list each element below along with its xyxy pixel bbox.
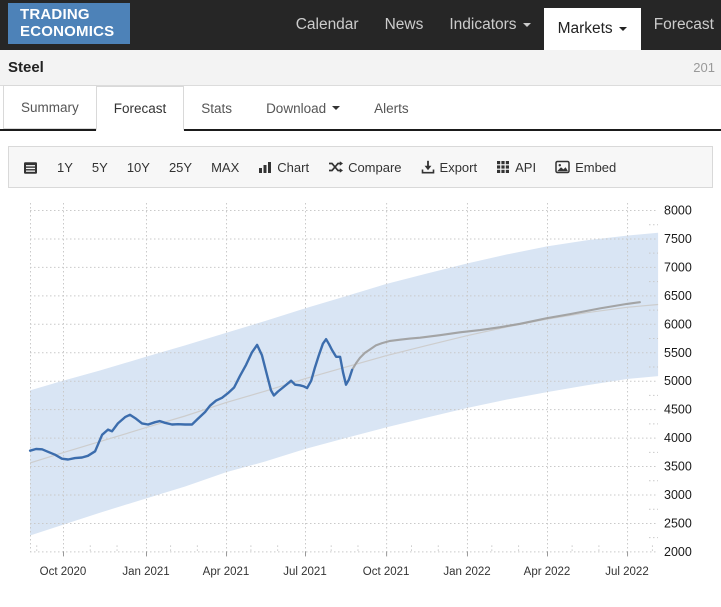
compare-button[interactable]: Compare [328, 160, 401, 175]
tab-summary[interactable]: Summary [3, 85, 97, 129]
tab-label: Download [266, 101, 326, 116]
x-axis-label: Apr 2021 [203, 566, 250, 578]
nav-item-forecast[interactable]: Forecast [641, 0, 721, 50]
x-axis-label: Oct 2020 [40, 566, 87, 578]
chevron-down-icon [619, 27, 627, 31]
nav-item-indicators[interactable]: Indicators [436, 0, 543, 50]
x-axis-label: Jul 2022 [605, 566, 648, 578]
forecast-chart: 8000 7500 7000 6500 6000 5500 5000 4500 4000 3500… [0, 188, 721, 602]
y-axis-label: 6000 [664, 317, 692, 331]
trading-economics-logo[interactable]: TRADING ECONOMICS [8, 3, 130, 44]
logo-line-1: TRADING [20, 6, 114, 23]
logo-line-2: ECONOMICS [20, 23, 114, 40]
nav-item-label: Indicators [449, 16, 516, 34]
nav-item-label: Calendar [296, 16, 359, 34]
x-axis-label: Apr 2022 [524, 566, 571, 578]
bar-chart-icon [258, 160, 272, 174]
tab-stats[interactable]: Stats [184, 87, 249, 129]
forecast-confidence-band [30, 233, 658, 536]
y-axis-label: 7000 [664, 260, 692, 274]
chart-toolbar: 1Y 5Y 10Y 25Y MAX Chart Compare Export API Embed [8, 146, 713, 188]
chevron-down-icon [523, 23, 531, 27]
calendar-icon [23, 160, 38, 175]
y-axis-label: 4500 [664, 403, 692, 417]
header-right-text: 201 [693, 60, 715, 75]
x-axis-label: Jul 2021 [283, 566, 326, 578]
nav-item-label: Forecast [654, 16, 714, 34]
tab-download[interactable]: Download [249, 87, 357, 129]
api-grid-icon [496, 160, 510, 174]
tab-label: Summary [21, 100, 79, 115]
chevron-down-icon [332, 106, 340, 110]
x-axis-label: Oct 2021 [363, 566, 410, 578]
top-navbar: TRADING ECONOMICS Calendar News Indicators… [0, 0, 721, 50]
nav-item-label: Markets [558, 20, 613, 38]
range-button-25y[interactable]: 25Y [169, 160, 192, 175]
title-bar: Steel 201 [0, 50, 721, 86]
tab-label: Stats [201, 101, 232, 116]
toolbar-action-label: Chart [277, 160, 309, 175]
compare-shuffle-icon [328, 160, 343, 174]
main-nav: Calendar News Indicators Markets Forecast [283, 0, 721, 50]
range-button-5y[interactable]: 5Y [92, 160, 108, 175]
y-axis-label: 6500 [664, 289, 692, 303]
export-download-icon [421, 160, 435, 174]
toolbar-action-label: Embed [575, 160, 616, 175]
x-axis-label: Jan 2021 [122, 566, 169, 578]
y-axis-label: 5000 [664, 374, 692, 388]
page: TRADING ECONOMICS Calendar News Indicators… [0, 0, 721, 604]
nav-item-news[interactable]: News [372, 0, 437, 50]
calendar-date-range-button[interactable] [23, 160, 38, 175]
y-axis-label: 5500 [664, 346, 692, 360]
toolbar-action-label: Export [440, 160, 478, 175]
tab-label: Alerts [374, 101, 409, 116]
nav-item-label: News [385, 16, 424, 34]
tab-label: Forecast [114, 101, 167, 116]
toolbar-action-label: API [515, 160, 536, 175]
x-axis-label: Jan 2022 [443, 566, 490, 578]
chart-canvas[interactable]: 8000 7500 7000 6500 6000 5500 5000 4500 4000 3500… [0, 188, 721, 602]
y-axis-label: 2500 [664, 516, 692, 530]
tab-alerts[interactable]: Alerts [357, 87, 426, 129]
y-axis-label: 2000 [664, 545, 692, 559]
range-button-10y[interactable]: 10Y [127, 160, 150, 175]
nav-item-markets[interactable]: Markets [544, 8, 641, 50]
y-axis-label: 8000 [664, 204, 692, 218]
nav-item-calendar[interactable]: Calendar [283, 0, 372, 50]
page-title: Steel [8, 59, 44, 76]
toolbar-action-label: Compare [348, 160, 401, 175]
embed-button[interactable]: Embed [555, 160, 616, 175]
range-button-1y[interactable]: 1Y [57, 160, 73, 175]
range-button-max[interactable]: MAX [211, 160, 239, 175]
embed-image-icon [555, 160, 570, 174]
y-axis-label: 4000 [664, 431, 692, 445]
api-button[interactable]: API [496, 160, 536, 175]
y-axis-label: 3500 [664, 460, 692, 474]
chart-button[interactable]: Chart [258, 160, 309, 175]
tab-bar: Summary Forecast Stats Download Alerts [0, 86, 721, 131]
y-axis-label: 3000 [664, 488, 692, 502]
export-button[interactable]: Export [421, 160, 478, 175]
tab-forecast[interactable]: Forecast [96, 86, 185, 131]
y-axis-label: 7500 [664, 232, 692, 246]
